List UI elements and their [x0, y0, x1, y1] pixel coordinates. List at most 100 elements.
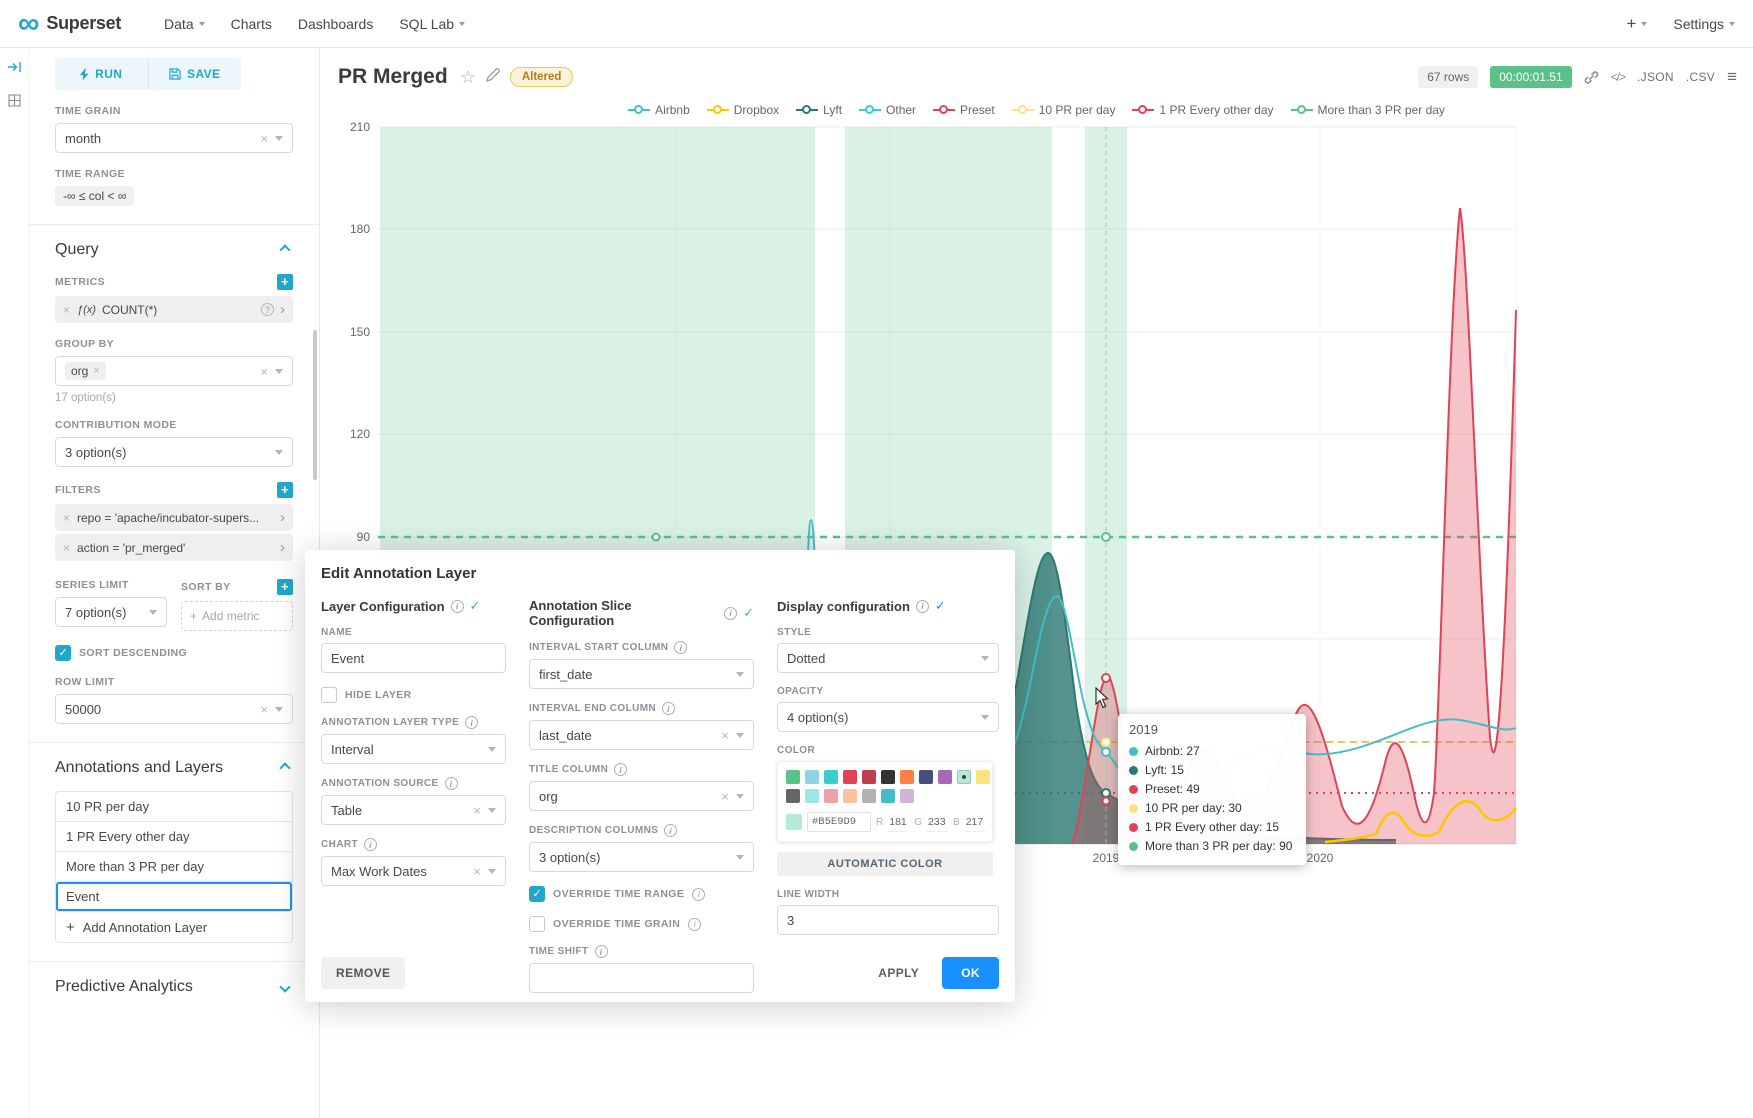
sort-descending-checkbox[interactable] — [55, 645, 71, 661]
predictive-analytics-section-header[interactable]: Predictive Analytics — [55, 978, 293, 996]
hide-layer-checkbox[interactable] — [321, 687, 337, 703]
filter-chip[interactable]: repo = 'apache/incubator-supers... — [55, 504, 293, 531]
style-select[interactable]: Dotted — [777, 643, 999, 673]
nav-item-sql-lab[interactable]: SQL Lab — [399, 16, 465, 32]
override-time-range-checkbox[interactable] — [529, 886, 545, 902]
favorite-star-icon[interactable] — [460, 67, 476, 88]
remove-button[interactable]: REMOVE — [321, 957, 405, 989]
panel-scrollbar[interactable] — [313, 330, 317, 480]
legend-item[interactable]: Preset — [933, 103, 995, 117]
more-menu-icon[interactable] — [1727, 67, 1737, 87]
color-swatch[interactable] — [824, 789, 838, 803]
nav-item-charts[interactable]: Charts — [231, 16, 272, 32]
color-swatch[interactable] — [862, 770, 876, 784]
altered-badge[interactable]: Altered — [510, 67, 574, 87]
annotation-layer-item-selected[interactable]: Event — [56, 882, 292, 912]
green-input[interactable] — [927, 812, 948, 832]
annotations-section-header[interactable]: Annotations and Layers — [55, 759, 293, 777]
interval-end-column-select[interactable]: last_date — [529, 720, 754, 750]
clear-icon[interactable] — [721, 789, 729, 804]
add-filter-button[interactable] — [277, 482, 293, 498]
remove-icon[interactable] — [63, 511, 70, 525]
add-annotation-layer-button[interactable]: Add Annotation Layer — [56, 912, 292, 942]
remove-icon[interactable] — [63, 303, 70, 317]
metric-chip[interactable]: ƒ(x) COUNT(*) — [55, 296, 293, 323]
legend-item[interactable]: Lyft — [796, 103, 842, 117]
time-range-value[interactable]: -∞ ≤ col < ∞ — [55, 186, 134, 206]
opacity-select[interactable]: 4 option(s) — [777, 702, 999, 732]
annotation-source-select[interactable]: Table — [321, 795, 506, 825]
add-sort-metric-button[interactable] — [277, 579, 293, 595]
run-button[interactable]: RUN — [55, 58, 148, 90]
color-swatch[interactable] — [805, 789, 819, 803]
hide-layer-checkbox-row[interactable]: HIDE LAYER — [321, 687, 506, 703]
override-time-range-row[interactable]: OVERRIDE TIME RANGE — [529, 886, 754, 902]
color-swatch[interactable] — [900, 770, 914, 784]
copy-link-icon[interactable] — [1584, 70, 1599, 85]
clear-icon[interactable] — [260, 364, 268, 379]
color-swatch[interactable] — [938, 770, 952, 784]
save-button[interactable]: SAVE — [149, 58, 242, 90]
color-swatch[interactable] — [805, 770, 819, 784]
annotation-layer-item[interactable]: 10 PR per day — [56, 792, 292, 822]
edit-pencil-icon[interactable] — [486, 68, 500, 87]
color-swatch[interactable] — [843, 770, 857, 784]
color-swatch[interactable] — [976, 770, 990, 784]
override-time-grain-row[interactable]: OVERRIDE TIME GRAIN — [529, 916, 754, 932]
settings-menu-button[interactable]: Settings — [1673, 16, 1735, 32]
color-swatch[interactable] — [843, 789, 857, 803]
title-column-select[interactable]: org — [529, 781, 754, 811]
blue-input[interactable] — [965, 812, 986, 832]
sort-by-add-metric[interactable]: Add metric — [181, 601, 293, 631]
nav-item-data[interactable]: Data — [164, 16, 205, 32]
expand-datasource-icon[interactable] — [7, 60, 21, 78]
legend-item[interactable]: Dropbox — [707, 103, 779, 117]
legend-item[interactable]: More than 3 PR per day — [1291, 103, 1445, 117]
export-csv-button[interactable]: .CSV — [1686, 70, 1715, 84]
name-input[interactable] — [321, 643, 506, 673]
series-limit-select[interactable]: 7 option(s) — [55, 597, 167, 627]
color-swatch[interactable] — [881, 770, 895, 784]
row-limit-select[interactable]: 50000 — [55, 694, 293, 724]
legend-item[interactable]: 1 PR Every other day — [1132, 103, 1273, 117]
sort-descending-checkbox-row[interactable]: SORT DESCENDING — [55, 645, 293, 661]
chart-select[interactable]: Max Work Dates — [321, 856, 506, 886]
red-input[interactable] — [888, 812, 909, 832]
annotation-layer-type-select[interactable]: Interval — [321, 734, 506, 764]
remove-tag-icon[interactable] — [93, 365, 99, 377]
color-swatch[interactable] — [919, 770, 933, 784]
legend-item[interactable]: Airbnb — [628, 103, 690, 117]
legend-item[interactable]: Other — [859, 103, 916, 117]
query-section-header[interactable]: Query — [55, 241, 293, 259]
line-width-input[interactable] — [777, 905, 999, 935]
color-swatch[interactable] — [786, 770, 800, 784]
new-menu-button[interactable]: + — [1626, 14, 1647, 34]
color-swatch[interactable] — [881, 789, 895, 803]
dataset-grid-icon[interactable] — [8, 94, 21, 112]
nav-item-dashboards[interactable]: Dashboards — [298, 16, 374, 32]
color-swatch[interactable] — [862, 789, 876, 803]
override-time-grain-checkbox[interactable] — [529, 916, 545, 932]
apply-button[interactable]: APPLY — [863, 957, 934, 989]
view-query-icon[interactable]: </> — [1611, 70, 1625, 84]
group-by-select[interactable]: org — [55, 356, 293, 386]
color-swatch-selected[interactable] — [957, 770, 971, 784]
clear-icon[interactable] — [260, 131, 268, 146]
annotation-layer-item[interactable]: More than 3 PR per day — [56, 852, 292, 882]
color-swatch[interactable] — [900, 789, 914, 803]
clear-icon[interactable] — [721, 728, 729, 743]
superset-logo[interactable]: Superset — [18, 12, 121, 36]
add-metric-button[interactable] — [277, 274, 293, 290]
interval-start-column-select[interactable]: first_date — [529, 659, 754, 689]
ok-button[interactable]: OK — [942, 957, 999, 989]
hex-input[interactable] — [807, 812, 871, 832]
remove-icon[interactable] — [63, 541, 70, 555]
description-columns-select[interactable]: 3 option(s) — [529, 842, 754, 872]
annotation-layer-item[interactable]: 1 PR Every other day — [56, 822, 292, 852]
legend-item[interactable]: 10 PR per day — [1012, 103, 1116, 117]
time-grain-select[interactable]: month — [55, 123, 293, 153]
filter-chip[interactable]: action = 'pr_merged' — [55, 534, 293, 561]
clear-icon[interactable] — [473, 803, 481, 818]
automatic-color-button[interactable]: AUTOMATIC COLOR — [777, 852, 993, 876]
contribution-mode-select[interactable]: 3 option(s) — [55, 437, 293, 467]
